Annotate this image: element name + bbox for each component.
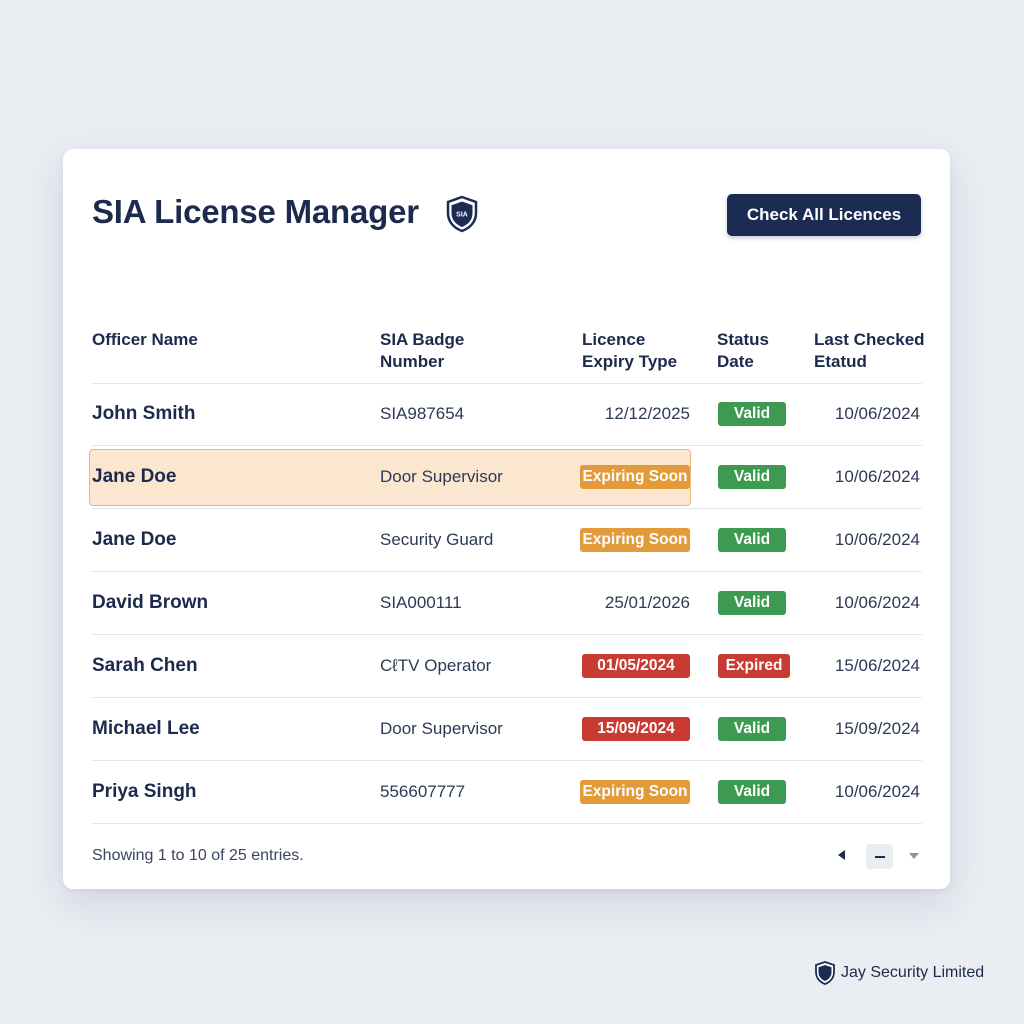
status-badge: Valid xyxy=(718,402,786,426)
officer-name-cell: Jane Doe xyxy=(92,529,177,550)
status-cell: Valid xyxy=(718,446,786,508)
badge-number-cell: SIA987654 xyxy=(380,404,465,423)
status-badge: Valid xyxy=(718,780,786,804)
column-header-last-checked[interactable]: Last Checked Etatud xyxy=(814,329,925,373)
badge-number-cell: Door Supervisor xyxy=(380,719,503,738)
shield-icon xyxy=(815,961,835,985)
expiry-badge: 15/09/2024 xyxy=(582,717,690,741)
table-row[interactable]: Jane Doe Security Guard Expiring Soon Valid… xyxy=(92,509,922,572)
column-header-label: Status xyxy=(717,330,769,349)
column-header-label: SIA Badge xyxy=(380,330,465,349)
column-header-badge-number[interactable]: SIA Badge Number xyxy=(380,329,464,373)
last-checked-cell: 10/06/2024 xyxy=(834,782,920,801)
badge-number-cell: SIA000111 xyxy=(380,593,462,612)
column-header-label: Last Checked xyxy=(814,330,925,349)
column-header-label-line2: Etatud xyxy=(814,352,867,371)
last-checked-cell: 10/06/2024 xyxy=(834,530,920,549)
badge-number-cell: 556607777 xyxy=(380,782,466,801)
expiry-badge: Expiring Soon xyxy=(580,528,690,552)
shield-badge-text: SIA xyxy=(456,212,468,219)
officer-name-cell: David Brown xyxy=(92,592,209,613)
licence-expiry-cell: 12/12/2025 xyxy=(604,404,690,423)
badge-number-cell: Security Guard xyxy=(380,530,494,549)
table-row[interactable]: Jane Doe Door Supervisor Expiring Soon Vali… xyxy=(89,446,922,509)
last-checked-cell: 10/06/2024 xyxy=(834,593,920,612)
check-all-licences-button[interactable]: Check All Licences xyxy=(727,194,921,236)
status-cell: Expired xyxy=(718,635,790,697)
caret-down-icon[interactable] xyxy=(907,851,921,861)
brand-name: Jay Security Limited xyxy=(841,964,985,981)
status-cell: Valid xyxy=(718,761,786,823)
last-checked-cell: 15/09/2024 xyxy=(834,719,920,738)
licence-expiry-cell: Expiring Soon xyxy=(572,509,690,571)
licence-expiry-cell: Expiring Soon xyxy=(572,761,690,823)
column-header-status-date[interactable]: Status Date xyxy=(717,329,769,373)
status-badge: Valid xyxy=(718,717,786,741)
status-badge: Valid xyxy=(718,465,786,489)
badge-number-cell: Door Supervisor xyxy=(380,467,503,486)
table-row[interactable]: John Smith SIA987654 12/12/2025 Valid 10/06/… xyxy=(92,383,922,446)
shield-icon: SIA xyxy=(446,195,478,233)
officer-name-cell: Michael Lee xyxy=(92,718,200,739)
status-cell: Valid xyxy=(718,572,786,634)
column-header-officer-name[interactable]: Officer Name xyxy=(92,329,198,351)
licence-expiry-cell: 01/05/2024 xyxy=(572,635,690,697)
caret-left-icon[interactable] xyxy=(835,848,849,862)
expiry-badge: Expiring Soon xyxy=(580,465,690,489)
status-badge: Valid xyxy=(718,591,786,615)
table-row[interactable]: Sarah Chen CℓTV Operator 01/05/2024 Expired… xyxy=(92,635,922,698)
officer-name-cell: John Smith xyxy=(92,403,196,424)
status-badge: Valid xyxy=(718,528,786,552)
officer-name-cell: Priya Singh xyxy=(92,781,197,802)
officer-name-cell: Jane Doe xyxy=(92,466,177,487)
expiry-badge: Expiring Soon xyxy=(580,780,690,804)
column-header-label-line2: Date xyxy=(717,352,754,371)
last-checked-cell: 10/06/2024 xyxy=(834,404,920,423)
status-cell: Valid xyxy=(718,383,786,445)
badge-number-cell: CℓTV Operator xyxy=(380,656,492,675)
table-body: John Smith SIA987654 12/12/2025 Valid 10/06/… xyxy=(89,383,922,824)
status-badge: Expired xyxy=(718,654,790,678)
table-header: Officer Name SIA Badge Number Licence Ex… xyxy=(92,329,925,384)
last-checked-cell: 10/06/2024 xyxy=(834,467,920,486)
last-checked-cell: 15/06/2024 xyxy=(834,656,920,675)
license-manager-card: SIA License Manager SIA Check All Licenc… xyxy=(63,149,950,889)
column-header-label: Licence xyxy=(582,330,646,349)
entries-info: Showing 1 to 10 of 25 entries. xyxy=(92,847,304,864)
status-cell: Valid xyxy=(718,509,786,571)
licence-expiry-cell: 15/09/2024 xyxy=(572,698,690,760)
table-row[interactable]: David Brown SIA000111 25/01/2026 Valid 10/06… xyxy=(92,572,922,635)
table-row[interactable]: Priya Singh 556607777 Expiring Soon Valid 10… xyxy=(92,761,922,824)
licence-expiry-cell: 25/01/2026 xyxy=(604,593,690,612)
page-title: SIA License Manager xyxy=(92,193,419,230)
pagination-current-page[interactable] xyxy=(866,844,893,869)
column-header-label-line2: Expiry Type xyxy=(582,352,678,371)
column-header-label-line2: Number xyxy=(380,352,445,371)
table-row[interactable]: Michael Lee Door Supervisor 15/09/2024 Vali… xyxy=(92,698,922,761)
brand-footer: Jay Security Limited xyxy=(815,960,984,986)
expiry-badge: 01/05/2024 xyxy=(582,654,690,678)
column-header-label: Officer Name xyxy=(92,330,198,349)
licence-expiry-cell: Expiring Soon xyxy=(572,446,690,508)
officer-name-cell: Sarah Chen xyxy=(92,655,198,676)
column-header-licence-expiry[interactable]: Licence Expiry Type xyxy=(582,329,677,373)
status-cell: Valid xyxy=(718,698,786,760)
